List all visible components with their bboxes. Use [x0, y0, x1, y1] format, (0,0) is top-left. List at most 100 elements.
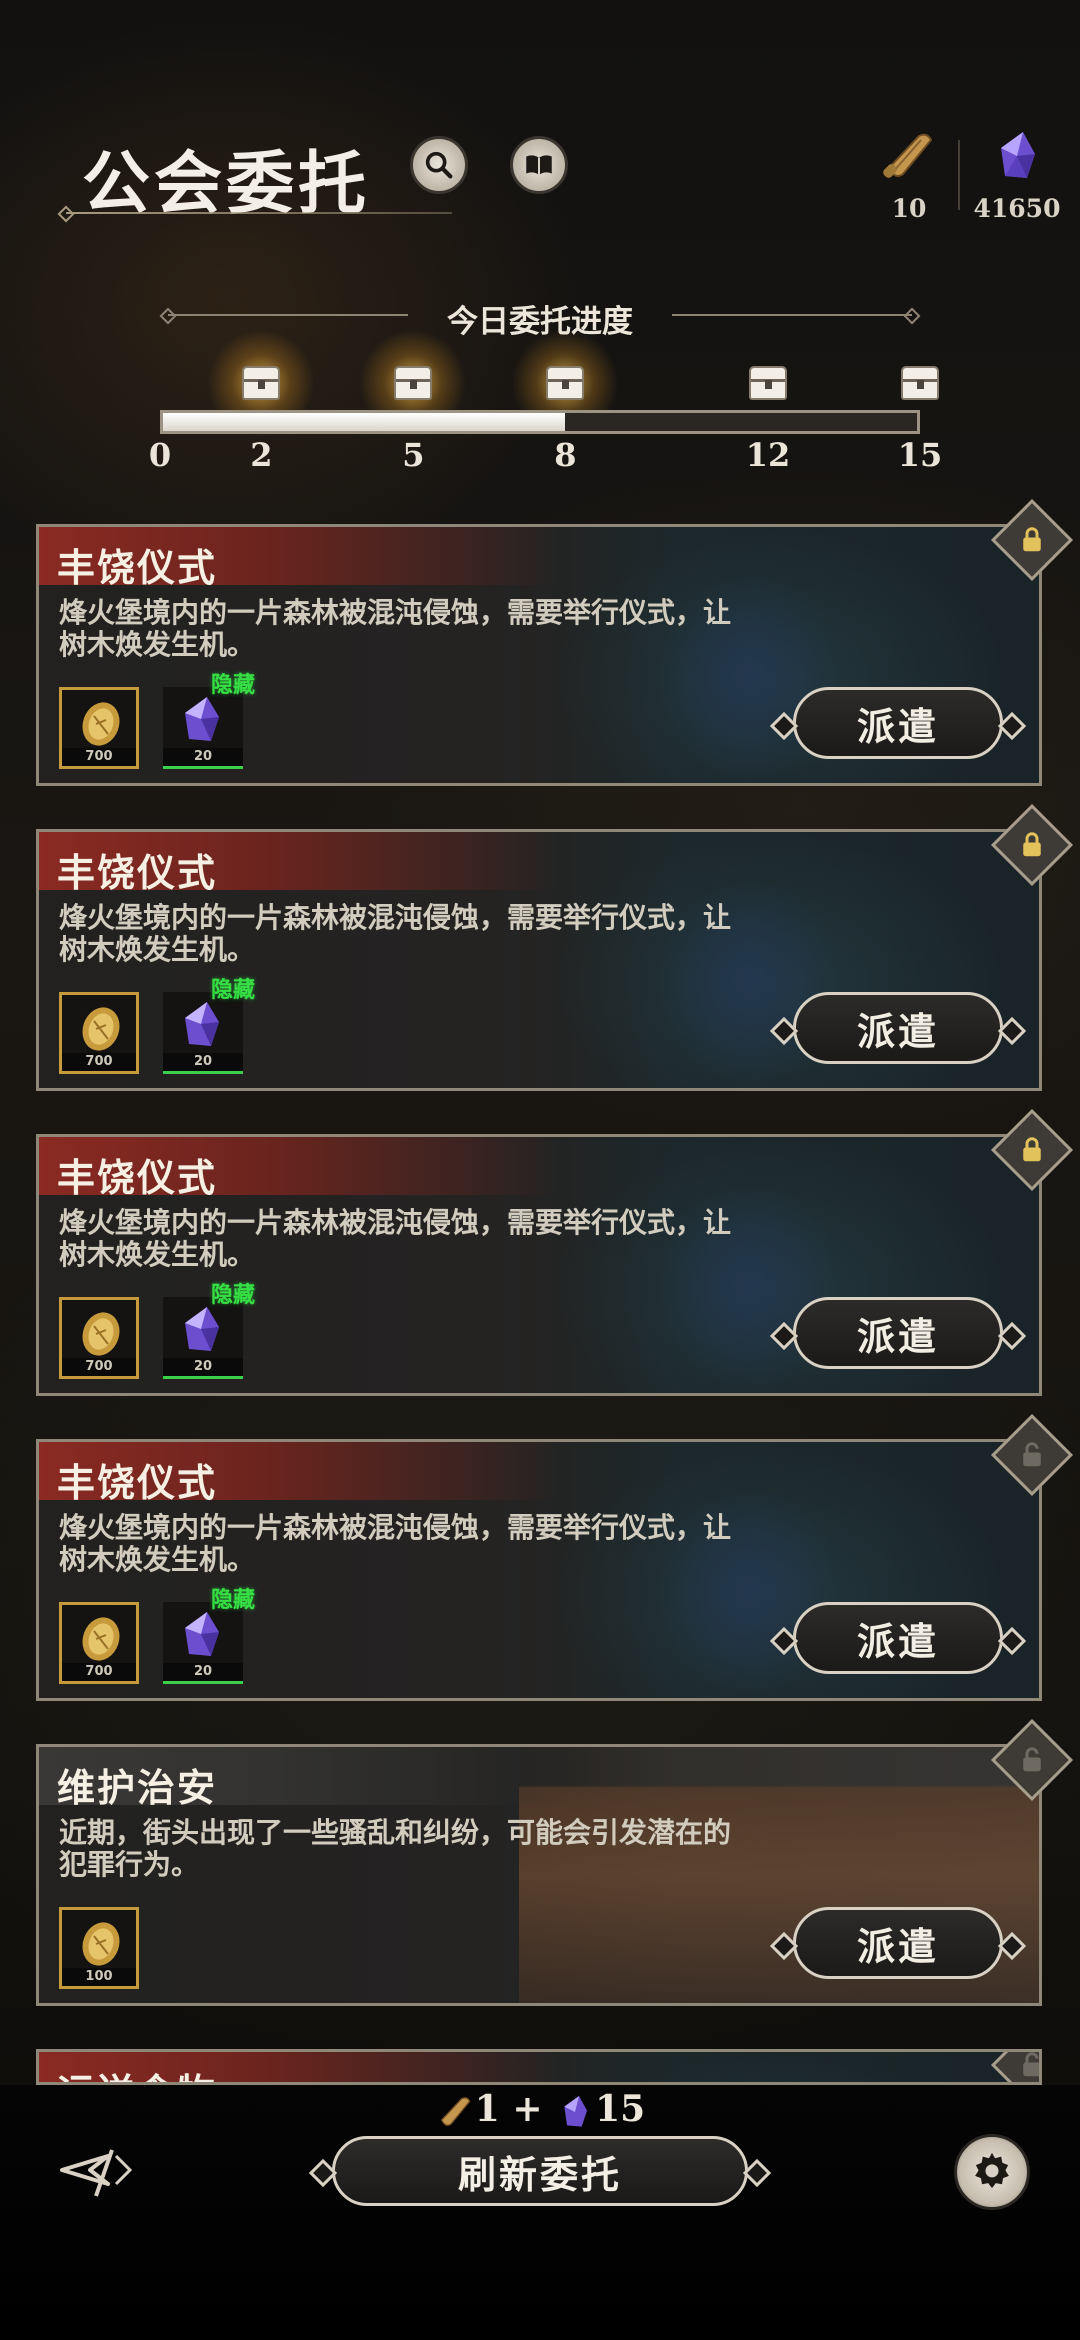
- reward-item[interactable]: 700: [59, 992, 139, 1074]
- progress-tick-label: 0: [148, 436, 172, 474]
- reward-count: 700: [62, 748, 136, 766]
- scroll-count: 10: [891, 194, 927, 223]
- gold-coin-icon: [72, 1609, 130, 1665]
- dispatch-button[interactable]: 派遣: [793, 1907, 1003, 1979]
- settings-button[interactable]: [954, 2134, 1030, 2210]
- progress-bar-fill: [163, 413, 566, 431]
- hidden-reward-tag: 隐藏: [211, 672, 256, 698]
- dispatch-button[interactable]: 派遣: [793, 1297, 1003, 1369]
- milestone-chest-icon[interactable]: [901, 366, 939, 400]
- reward-count: 20: [163, 748, 243, 766]
- scroll-currency[interactable]: 10: [864, 128, 954, 228]
- reward-item[interactable]: 20: [163, 687, 243, 769]
- chest-box: [394, 366, 433, 400]
- unlock-icon: [1006, 1429, 1058, 1481]
- commission-title: 丰饶仪式: [57, 850, 218, 895]
- crystal-icon: [173, 1301, 231, 1357]
- refresh-cost-crystal: 15: [595, 2088, 646, 2130]
- milestone-chest-icon[interactable]: [354, 326, 473, 440]
- commission-description: 烽火堡境内的一片森林被混沌侵蚀，需要举行仪式，让树木焕发生机。: [59, 596, 732, 661]
- milestone-chest-icon[interactable]: [749, 366, 787, 400]
- dispatch-button[interactable]: 派遣: [793, 687, 1003, 759]
- crystal-icon: [173, 691, 231, 747]
- milestone-chest-icon[interactable]: [202, 326, 321, 440]
- crystal-count: 41650: [973, 194, 1061, 223]
- commission-description: 近期，街头出现了一些骚乱和纠纷，可能会引发潜在的犯罪行为。: [59, 1816, 732, 1881]
- gold-coin-icon: [72, 1304, 130, 1360]
- commission-card[interactable]: 丰饶仪式烽火堡境内的一片森林被混沌侵蚀，需要举行仪式，让树木焕发生机。 700 20…: [36, 803, 1074, 1091]
- scroll-icon: [883, 133, 933, 178]
- unlock-icon: [1006, 1734, 1058, 1786]
- guide-book-button[interactable]: [510, 136, 568, 194]
- reward-count: 700: [62, 1358, 136, 1376]
- reward-count: 700: [62, 1053, 136, 1071]
- reward-item[interactable]: 700: [59, 1297, 139, 1379]
- commission-scene-image: [519, 2052, 1039, 2082]
- hidden-reward-tag: 隐藏: [211, 1587, 256, 1613]
- lock-icon: [1006, 1124, 1058, 1176]
- progress-bar: [160, 410, 920, 434]
- commission-title: 丰饶仪式: [57, 1155, 218, 1200]
- crystal-icon: [1001, 132, 1035, 178]
- crystal-icon: [173, 996, 231, 1052]
- scroll-icon: [440, 2097, 471, 2126]
- refresh-cost-scroll: 1: [474, 2088, 500, 2130]
- lock-icon: [1006, 819, 1058, 871]
- hidden-reward-tag: 隐藏: [211, 1282, 256, 1308]
- commission-title: 丰饶仪式: [57, 545, 218, 590]
- hidden-reward-tag: 隐藏: [211, 977, 256, 1003]
- lock-icon: [1006, 514, 1058, 566]
- commission-description: 烽火堡境内的一片森林被混沌侵蚀，需要举行仪式，让树木焕发生机。: [59, 901, 732, 966]
- commission-card[interactable]: 维护治安近期，街头出现了一些骚乱和纠纷，可能会引发潜在的犯罪行为。 100 派遣: [36, 1718, 1074, 2006]
- commission-title: 丰饶仪式: [57, 1460, 218, 1505]
- header: 公会委托 10 41650: [0, 0, 1080, 260]
- title-underline: [66, 212, 452, 214]
- chest-box: [901, 366, 939, 400]
- chest-box: [546, 366, 585, 400]
- commission-title: 运送食物: [57, 2062, 217, 2082]
- search-icon: [425, 151, 453, 179]
- search-button[interactable]: [410, 136, 468, 194]
- progress-tick-label: 12: [745, 436, 791, 474]
- reward-item[interactable]: 20: [163, 992, 243, 1074]
- milestone-chest-icon[interactable]: [506, 326, 625, 440]
- gold-coin-icon: [72, 999, 130, 1055]
- crystal-icon: [173, 1606, 231, 1662]
- reward-item[interactable]: 20: [163, 1602, 243, 1684]
- progress-tick-label: 2: [250, 436, 273, 474]
- commission-card[interactable]: 丰饶仪式烽火堡境内的一片森林被混沌侵蚀，需要举行仪式，让树木焕发生机。 700 20…: [36, 1413, 1074, 1701]
- book-icon: [526, 155, 552, 175]
- commission-title: 维护治安: [57, 1765, 218, 1810]
- dispatch-button[interactable]: 派遣: [793, 992, 1003, 1064]
- progress-tick-label: 15: [897, 436, 943, 474]
- currency-divider: [958, 140, 960, 210]
- progress-tick-label: 5: [402, 436, 425, 474]
- refresh-cost: 1 + 15: [0, 2088, 1080, 2132]
- commission-description: 烽火堡境内的一片森林被混沌侵蚀，需要举行仪式，让树木焕发生机。: [59, 1511, 732, 1576]
- refresh-cost-plus: +: [512, 2088, 543, 2130]
- crystal-icon: [564, 2096, 588, 2127]
- commission-card[interactable]: 丰饶仪式烽火堡境内的一片森林被混沌侵蚀，需要举行仪式，让树木焕发生机。 700 20…: [36, 498, 1074, 786]
- reward-item[interactable]: 700: [59, 1602, 139, 1684]
- reward-item[interactable]: 100: [59, 1907, 139, 1989]
- commission-card[interactable]: 运送食物: [36, 2049, 1042, 2085]
- back-arrow-icon[interactable]: [56, 2136, 136, 2206]
- commission-description: 烽火堡境内的一片森林被混沌侵蚀，需要举行仪式，让树木焕发生机。: [59, 1206, 732, 1271]
- gold-coin-icon: [72, 694, 130, 750]
- dispatch-button[interactable]: 派遣: [793, 1602, 1003, 1674]
- crystal-currency[interactable]: 41650: [962, 128, 1072, 228]
- reward-count: 700: [62, 1663, 136, 1681]
- refresh-commissions-button[interactable]: 刷新委托: [332, 2136, 748, 2206]
- chest-box: [242, 366, 281, 400]
- unlock-icon: [1006, 2052, 1039, 2082]
- gold-coin-icon: [72, 1914, 130, 1970]
- reward-count: 100: [62, 1968, 136, 1986]
- progress-tick-label: 8: [554, 436, 577, 474]
- gear-icon: [975, 2152, 1009, 2189]
- reward-count: 20: [163, 1358, 243, 1376]
- chest-box: [749, 366, 787, 400]
- reward-count: 20: [163, 1663, 243, 1681]
- reward-item[interactable]: 700: [59, 687, 139, 769]
- commission-card[interactable]: 丰饶仪式烽火堡境内的一片森林被混沌侵蚀，需要举行仪式，让树木焕发生机。 700 20…: [36, 1108, 1074, 1396]
- reward-item[interactable]: 20: [163, 1297, 243, 1379]
